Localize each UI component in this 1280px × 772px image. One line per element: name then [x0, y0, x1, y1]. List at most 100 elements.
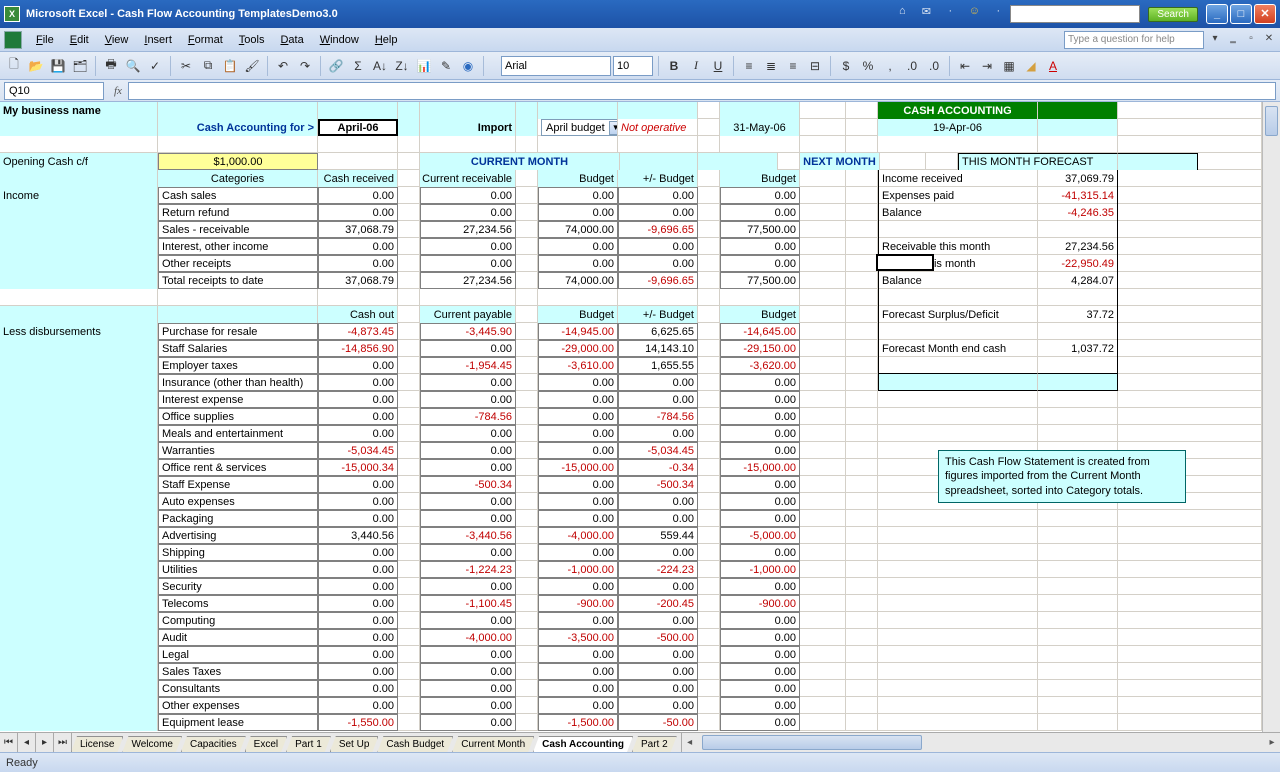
- tab-last-icon[interactable]: ⏭: [54, 733, 72, 752]
- next-budget-cell[interactable]: 0.00: [720, 374, 800, 391]
- category-cell[interactable]: Insurance (other than health): [158, 374, 318, 391]
- cell[interactable]: [880, 153, 926, 170]
- cell[interactable]: [516, 119, 538, 136]
- cell[interactable]: [698, 340, 720, 357]
- cell[interactable]: [800, 663, 846, 680]
- receivable-cell[interactable]: 0.00: [420, 255, 516, 272]
- cell[interactable]: [800, 595, 846, 612]
- cell[interactable]: [0, 119, 158, 136]
- help-dropdown-icon[interactable]: ▾: [1208, 33, 1222, 47]
- opening-cash-value[interactable]: $1,000.00: [158, 153, 318, 170]
- budget-cell[interactable]: -1,000.00: [538, 561, 618, 578]
- budget-cell[interactable]: -29,000.00: [538, 340, 618, 357]
- payable-cell[interactable]: 0.00: [420, 612, 516, 629]
- cell[interactable]: [398, 544, 420, 561]
- cash-received-cell[interactable]: 0.00: [318, 255, 398, 272]
- category-cell[interactable]: Return refund: [158, 204, 318, 221]
- cell[interactable]: [800, 374, 846, 391]
- budget-cell[interactable]: 0.00: [538, 578, 618, 595]
- category-cell[interactable]: Interest, other income: [158, 238, 318, 255]
- cell[interactable]: [398, 153, 420, 170]
- cash-out-cell[interactable]: 0.00: [318, 408, 398, 425]
- cell[interactable]: [1198, 153, 1262, 170]
- category-cell[interactable]: Office supplies: [158, 408, 318, 425]
- next-budget-cell[interactable]: -1,000.00: [720, 561, 800, 578]
- cell[interactable]: [800, 289, 846, 306]
- pm-budget-cell[interactable]: 559.44: [618, 527, 698, 544]
- next-budget-cell[interactable]: 0.00: [720, 629, 800, 646]
- less-disbursements-label[interactable]: [0, 357, 158, 374]
- pm-budget-cell[interactable]: -9,696.65: [618, 221, 698, 238]
- cell[interactable]: [698, 578, 720, 595]
- cell[interactable]: [398, 136, 420, 153]
- cell[interactable]: [538, 289, 618, 306]
- less-disbursements-label[interactable]: [0, 340, 158, 357]
- cell[interactable]: [398, 170, 420, 187]
- less-disbursements-label[interactable]: [0, 578, 158, 595]
- align-right-icon[interactable]: ≡: [783, 56, 803, 76]
- pm-budget-cell[interactable]: 0.00: [618, 255, 698, 272]
- cell[interactable]: [516, 493, 538, 510]
- cash-out-cell[interactable]: 0.00: [318, 612, 398, 629]
- cash-out-cell[interactable]: 0.00: [318, 374, 398, 391]
- cell[interactable]: [398, 680, 420, 697]
- cell[interactable]: [698, 527, 720, 544]
- budget-cell[interactable]: 0.00: [538, 646, 618, 663]
- increase-indent-icon[interactable]: ⇥: [977, 56, 997, 76]
- sheet-tab[interactable]: Part 1: [286, 736, 331, 752]
- decrease-decimal-icon[interactable]: .0: [924, 56, 944, 76]
- cell[interactable]: [800, 476, 846, 493]
- cell[interactable]: [800, 612, 846, 629]
- cell[interactable]: [516, 340, 538, 357]
- categories-header[interactable]: Categories: [158, 170, 318, 187]
- menu-view[interactable]: View: [97, 32, 137, 48]
- cell[interactable]: [698, 221, 720, 238]
- italic-button[interactable]: I: [686, 56, 706, 76]
- budget-cell[interactable]: 0.00: [538, 493, 618, 510]
- category-cell[interactable]: Office rent & services: [158, 459, 318, 476]
- cell[interactable]: [398, 272, 420, 289]
- pm-budget-cell[interactable]: 0.00: [618, 697, 698, 714]
- forecast-row-label[interactable]: [878, 697, 1038, 714]
- cell[interactable]: [1118, 187, 1262, 204]
- less-disbursements-label[interactable]: [0, 612, 158, 629]
- category-cell[interactable]: Packaging: [158, 510, 318, 527]
- cell[interactable]: [516, 357, 538, 374]
- horizontal-scrollbar[interactable]: ◂ ▸: [681, 733, 1280, 752]
- cell[interactable]: [398, 289, 420, 306]
- cell[interactable]: [698, 323, 720, 340]
- pm-budget-cell[interactable]: 0.00: [618, 612, 698, 629]
- current-month-header[interactable]: CURRENT MONTH: [420, 153, 620, 170]
- category-cell[interactable]: Purchase for resale: [158, 323, 318, 340]
- cell[interactable]: [398, 306, 420, 323]
- cell[interactable]: [1118, 119, 1262, 136]
- cell[interactable]: [846, 221, 878, 238]
- pm-budget-cell[interactable]: 0.00: [618, 510, 698, 527]
- cell[interactable]: [698, 153, 778, 170]
- font-size-select[interactable]: [613, 56, 653, 76]
- cell[interactable]: [516, 442, 538, 459]
- forecast-row-value[interactable]: -4,246.35: [1038, 204, 1118, 221]
- forecast-row-value[interactable]: 37.72: [1038, 306, 1118, 323]
- pm-budget-cell[interactable]: 0.00: [618, 680, 698, 697]
- cell[interactable]: [800, 272, 846, 289]
- hyperlink-icon[interactable]: 🔗: [326, 56, 346, 76]
- cell[interactable]: [1118, 612, 1262, 629]
- cell[interactable]: [846, 578, 878, 595]
- budget-cell[interactable]: 0.00: [538, 442, 618, 459]
- pm-budget-cell[interactable]: 1,655.55: [618, 357, 698, 374]
- payable-cell[interactable]: -500.34: [420, 476, 516, 493]
- pm-budget-cell[interactable]: 0.00: [618, 663, 698, 680]
- next-budget-cell[interactable]: 0.00: [720, 714, 800, 731]
- cash-out-cell[interactable]: 0.00: [318, 510, 398, 527]
- sheet-tab[interactable]: Cash Accounting: [533, 736, 633, 752]
- pm-budget-cell[interactable]: 0.00: [618, 204, 698, 221]
- tab-next-icon[interactable]: ▸: [36, 733, 54, 752]
- less-disbursements-label[interactable]: [0, 493, 158, 510]
- pm-budget-header[interactable]: +/- Budget: [618, 306, 698, 323]
- budget-cell[interactable]: -4,000.00: [538, 527, 618, 544]
- cell[interactable]: [516, 646, 538, 663]
- redo-icon[interactable]: ↷: [295, 56, 315, 76]
- cell[interactable]: [318, 102, 398, 119]
- cell[interactable]: [398, 578, 420, 595]
